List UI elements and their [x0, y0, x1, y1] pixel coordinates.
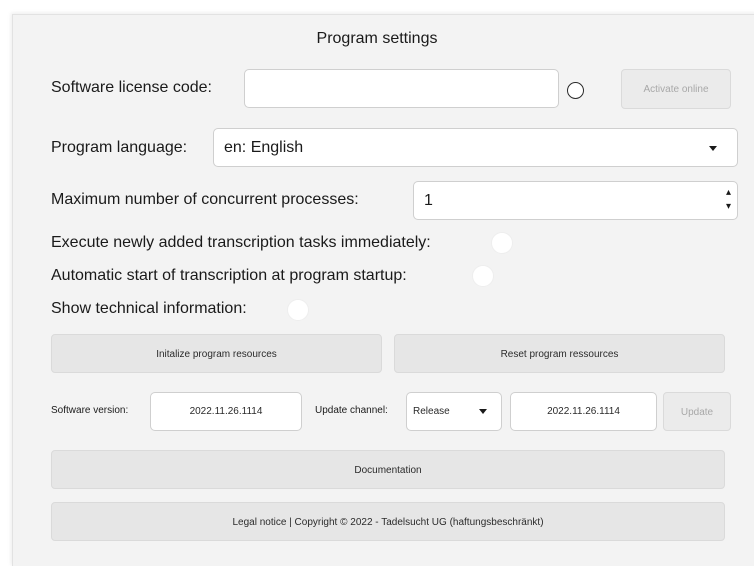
license-status-icon	[567, 82, 584, 99]
program-language-select[interactable]: en: English	[213, 128, 738, 167]
max-processes-value: 1	[424, 192, 433, 209]
update-button[interactable]: Update	[663, 392, 731, 431]
initialize-resources-button[interactable]: Initalize program resources	[51, 334, 382, 373]
max-processes-label: Maximum number of concurrent processes:	[51, 191, 359, 208]
show-technical-label: Show technical information:	[51, 300, 247, 317]
license-code-input[interactable]	[244, 69, 559, 108]
update-channel-label: Update channel:	[315, 405, 388, 416]
page-title: Program settings	[316, 30, 438, 47]
update-channel-select[interactable]: Release	[406, 392, 502, 431]
latest-version-value: 2022.11.26.1114	[547, 406, 620, 417]
software-version-label: Software version:	[51, 405, 129, 416]
license-code-label: Software license code:	[51, 79, 212, 96]
reset-resources-button[interactable]: Reset program ressources	[394, 334, 725, 373]
chevron-down-icon	[709, 146, 717, 151]
program-language-value: en: English	[224, 139, 304, 156]
latest-version-field: 2022.11.26.1114	[510, 392, 657, 431]
auto-start-label: Automatic start of transcription at prog…	[51, 267, 407, 284]
max-processes-stepper[interactable]: 1 ▴ ▾	[413, 181, 738, 220]
chevron-down-icon	[479, 409, 487, 414]
show-technical-toggle[interactable]	[287, 299, 309, 321]
legal-notice-button[interactable]: Legal notice | Copyright © 2022 - Tadels…	[51, 502, 725, 541]
activate-online-button[interactable]: Activate online	[621, 69, 731, 109]
update-channel-value: Release	[413, 406, 450, 417]
software-version-field: 2022.11.26.1114	[150, 392, 302, 431]
execute-immediately-toggle[interactable]	[491, 232, 513, 254]
auto-start-toggle[interactable]	[472, 265, 494, 287]
program-language-label: Program language:	[51, 139, 188, 156]
increment-icon[interactable]: ▴	[726, 188, 731, 198]
documentation-button[interactable]: Documentation	[51, 450, 725, 489]
software-version-value: 2022.11.26.1114	[189, 406, 263, 417]
decrement-icon[interactable]: ▾	[726, 202, 731, 212]
execute-immediately-label: Execute newly added transcription tasks …	[51, 234, 431, 251]
